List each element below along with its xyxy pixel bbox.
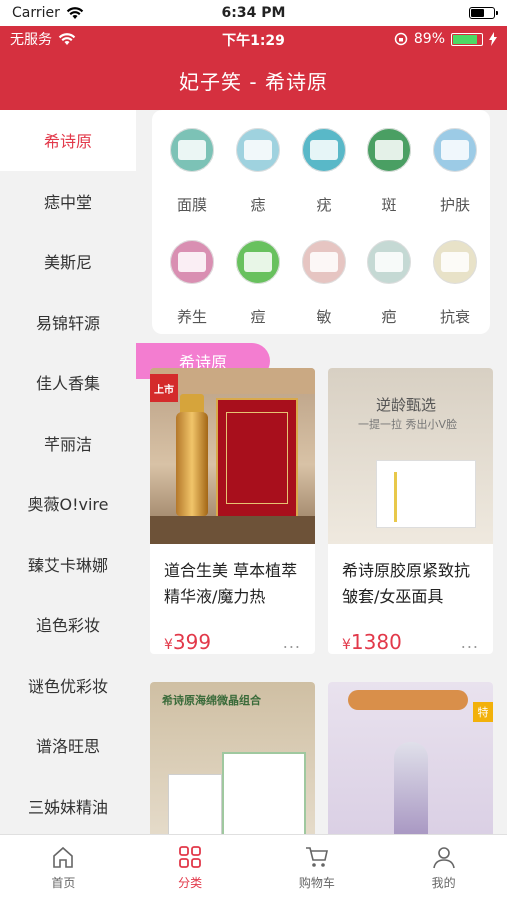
sidebar-item[interactable]: 谜色优彩妆 bbox=[0, 655, 136, 716]
category-item[interactable]: 疣 bbox=[294, 126, 354, 215]
brand-sidebar: 希诗原 痣中堂 美斯尼 易锦轩源 佳人香集 芊丽洁 奥薇O!vire 臻艾卡琳娜 追色彩妆 谜色优… bbox=[0, 110, 136, 834]
category-item[interactable]: 抗衰 bbox=[425, 238, 485, 327]
category-label: 抗衰 bbox=[439, 308, 470, 326]
new-tag: 上市 bbox=[150, 374, 178, 402]
category-label: 痣 bbox=[250, 196, 266, 214]
category-label: 痘 bbox=[250, 308, 266, 326]
wifi-icon bbox=[66, 7, 84, 19]
carrier-group: Carrier bbox=[12, 5, 84, 21]
tab-user[interactable]: 我的 bbox=[380, 835, 507, 900]
tab-label: 首页 bbox=[51, 876, 76, 890]
tab-grid[interactable]: 分类 bbox=[127, 835, 254, 900]
special-badge: 特 bbox=[473, 702, 493, 722]
carrier-label: Carrier bbox=[12, 5, 60, 21]
sidebar-item[interactable]: 三姊妹精油 bbox=[0, 776, 136, 837]
more-icon[interactable]: ... bbox=[283, 633, 301, 652]
product-image[interactable]: 特 bbox=[328, 682, 493, 834]
sidebar-item[interactable]: 臻艾卡琳娜 bbox=[0, 534, 136, 595]
category-label: 敏 bbox=[316, 308, 332, 326]
user-icon bbox=[432, 847, 455, 869]
category-label: 斑 bbox=[381, 196, 397, 214]
category-image bbox=[431, 126, 479, 174]
sidebar-item[interactable]: 希诗原 bbox=[0, 110, 136, 171]
category-grid: 面膜 痣 疣 斑 护肤养生 痘 敏 疤 抗衰 bbox=[152, 110, 490, 334]
category-item[interactable]: 敏 bbox=[294, 238, 354, 327]
product-price: ¥1380 bbox=[342, 630, 402, 654]
cart-icon bbox=[305, 847, 328, 867]
category-item[interactable]: 痘 bbox=[228, 238, 288, 327]
tab-label: 分类 bbox=[178, 876, 203, 890]
category-label: 面膜 bbox=[176, 196, 207, 214]
product-card[interactable]: 上市 道合生美 草本植萃精华液/魔力热 ¥399 ... bbox=[150, 368, 315, 654]
category-item[interactable]: 面膜 bbox=[162, 126, 222, 215]
tab-cart[interactable]: 购物车 bbox=[254, 835, 381, 900]
product-image[interactable]: 上市 bbox=[150, 368, 315, 544]
category-image bbox=[234, 238, 282, 286]
network-label: 无服务 bbox=[10, 32, 52, 48]
sidebar-item[interactable]: 美斯尼 bbox=[0, 231, 136, 292]
image-headline: 希诗原海绵微晶组合 bbox=[162, 694, 261, 707]
category-item[interactable]: 痣 bbox=[228, 126, 288, 215]
grid-icon bbox=[179, 846, 202, 868]
product-image[interactable]: 逆龄甄选 一提一拉 秀出小V脸 bbox=[328, 368, 493, 544]
category-item[interactable]: 护肤 bbox=[425, 126, 485, 215]
category-label: 疤 bbox=[381, 308, 397, 326]
category-item[interactable]: 斑 bbox=[359, 126, 419, 215]
category-label: 养生 bbox=[176, 308, 207, 326]
category-image bbox=[168, 126, 216, 174]
sidebar-item[interactable]: 痣中堂 bbox=[0, 171, 136, 232]
sidebar-item[interactable]: 佳人香集 bbox=[0, 352, 136, 413]
category-image bbox=[431, 238, 479, 286]
category-image bbox=[300, 126, 348, 174]
image-subline: 一提一拉 秀出小V脸 bbox=[358, 418, 458, 431]
product-card[interactable]: 希诗原海绵微晶组合 bbox=[150, 682, 315, 834]
product-card[interactable]: 逆龄甄选 一提一拉 秀出小V脸 希诗原胶原紧致抗皱套/女巫面具 ¥1380 ..… bbox=[328, 368, 493, 654]
product-card[interactable]: 特 bbox=[328, 682, 493, 834]
battery-icon bbox=[469, 7, 498, 19]
wifi-icon bbox=[58, 33, 76, 45]
sidebar-item[interactable]: 易锦轩源 bbox=[0, 292, 136, 353]
sidebar-item[interactable]: 追色彩妆 bbox=[0, 594, 136, 655]
battery-icon bbox=[451, 32, 483, 46]
main-content[interactable]: 面膜痣疣斑护肤 养生痘敏疤抗衰 希诗原 上市 道合生美 草本植萃精华液/魔力热 ¥… bbox=[136, 110, 507, 834]
sidebar-item[interactable]: 谱洛旺思 bbox=[0, 715, 136, 776]
battery-percent: 89% bbox=[413, 31, 445, 47]
lock-rotation-icon bbox=[394, 32, 408, 46]
more-icon[interactable]: ... bbox=[461, 633, 479, 652]
tab-label: 购物车 bbox=[298, 876, 335, 890]
category-image bbox=[365, 238, 413, 286]
category-image bbox=[365, 126, 413, 174]
ios-status-bar: Carrier 6:34 PM bbox=[0, 0, 507, 26]
tab-label: 我的 bbox=[431, 876, 456, 890]
sidebar-item[interactable]: 芊丽洁 bbox=[0, 413, 136, 474]
product-price: ¥399 bbox=[164, 630, 212, 654]
category-item[interactable]: 疤 bbox=[359, 238, 419, 327]
bottom-tab-bar: 首页 分类 购物车 我的 bbox=[0, 834, 507, 900]
category-image bbox=[234, 126, 282, 174]
category-image bbox=[168, 238, 216, 286]
category-label: 疣 bbox=[316, 196, 332, 214]
home-icon bbox=[53, 846, 74, 868]
product-name[interactable]: 道合生美 草本植萃精华液/魔力热 bbox=[150, 544, 315, 622]
image-headline: 逆龄甄选 bbox=[376, 396, 437, 414]
page-title: 妃子笑 - 希诗原 bbox=[179, 70, 328, 94]
app-header: 无服务 下午1:29 89% 妃子笑 - 希诗原 bbox=[0, 26, 507, 110]
charging-icon bbox=[489, 32, 497, 46]
category-image bbox=[300, 238, 348, 286]
product-name[interactable]: 希诗原胶原紧致抗皱套/女巫面具 bbox=[328, 544, 493, 622]
category-label: 护肤 bbox=[439, 196, 470, 214]
tab-home[interactable]: 首页 bbox=[0, 835, 127, 900]
sidebar-item[interactable]: 奥薇O!vire bbox=[0, 473, 136, 534]
product-image[interactable]: 希诗原海绵微晶组合 bbox=[150, 682, 315, 834]
android-status-bar: 无服务 下午1:29 89% bbox=[0, 26, 507, 52]
category-item[interactable]: 养生 bbox=[162, 238, 222, 327]
